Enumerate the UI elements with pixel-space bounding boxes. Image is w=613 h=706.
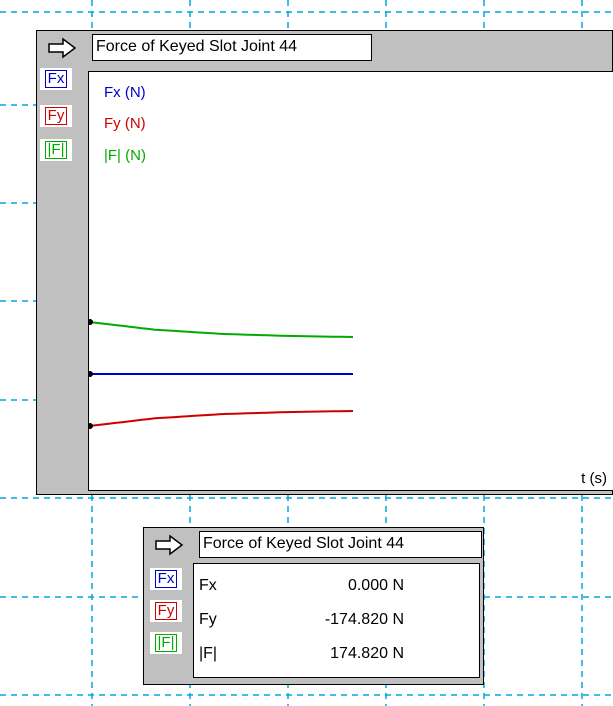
readout-fmag-value: 174.820 N: [330, 645, 404, 662]
readout-fy-label: Fy: [199, 611, 217, 628]
fmag-toggle-label: |F|: [44, 141, 68, 159]
force-meter-window[interactable]: Force of Keyed Slot Joint 44 Fx Fy |F| F…: [143, 527, 484, 685]
fy-toggle-label: Fy: [44, 107, 68, 125]
series-fy-start-point: [89, 423, 93, 429]
series-fmag-line: [89, 321, 354, 338]
meter-fmag-toggle-label: |F|: [154, 634, 178, 652]
meter-fx-toggle-label: Fx: [154, 570, 178, 588]
fx-toggle-button[interactable]: Fx: [40, 68, 72, 90]
readout-fx-value: 0.000 N: [347, 577, 404, 594]
meter-fmag-toggle-button[interactable]: |F|: [150, 632, 182, 654]
meter-title: Force of Keyed Slot Joint 44: [199, 531, 482, 558]
fmag-toggle-button[interactable]: |F|: [40, 139, 72, 161]
graph-title: Force of Keyed Slot Joint 44: [92, 34, 372, 61]
graph-menu-button[interactable]: [41, 35, 83, 61]
meter-fy-toggle-label: Fy: [154, 602, 178, 620]
readout-fmag-label: |F|: [199, 645, 218, 662]
plot-area[interactable]: Fx (N) Fy (N) |F| (N) t (s): [88, 71, 613, 491]
arrow-right-icon: [48, 37, 77, 59]
readout-fy-value: -174.820 N: [324, 611, 404, 628]
meter-menu-button[interactable]: [148, 532, 190, 558]
meter-readout: Fx 0.000 N Fy -174.820 N |F| 174.820 N: [193, 563, 480, 678]
readout-fx-label: Fx: [199, 577, 217, 594]
meter-fy-toggle-button[interactable]: Fy: [150, 600, 182, 622]
meter-fx-toggle-button[interactable]: Fx: [150, 568, 182, 590]
series-fmag-start-point: [89, 319, 93, 325]
x-axis-label: t (s): [581, 470, 607, 487]
series-fy-line: [89, 410, 354, 427]
fx-toggle-label: Fx: [44, 70, 68, 88]
series-fx-start-point: [89, 371, 93, 377]
fy-toggle-button[interactable]: Fy: [40, 105, 72, 127]
force-chart: [89, 319, 354, 429]
arrow-right-icon: [155, 534, 184, 556]
force-graph-window[interactable]: Force of Keyed Slot Joint 44 Fx Fy |F| F…: [36, 30, 613, 495]
